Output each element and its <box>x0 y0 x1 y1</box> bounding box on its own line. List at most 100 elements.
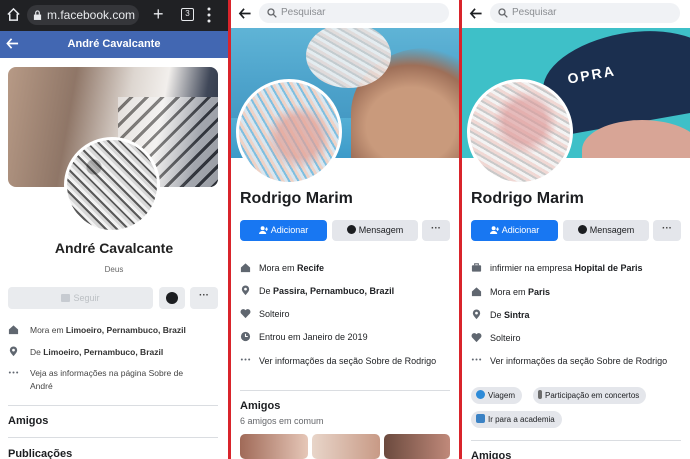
search-input[interactable]: Pesquisar <box>490 3 680 23</box>
hobby-chip-concerts[interactable]: Participação em concertos <box>533 387 647 404</box>
more-button[interactable]: ··· <box>422 220 450 241</box>
home-icon <box>240 263 251 273</box>
browser-toolbar: m.facebook.com + 3 <box>0 0 228 31</box>
profile-name: Rodrigo Marim <box>471 190 584 207</box>
more-dots-icon <box>240 358 251 361</box>
profile-name: Rodrigo Marim <box>240 190 353 207</box>
friends-section-title[interactable]: Amigos <box>471 450 511 459</box>
address-bar[interactable]: m.facebook.com <box>27 5 139 25</box>
info-value: Sintra <box>504 310 530 320</box>
follow-button[interactable]: Seguir <box>8 287 153 309</box>
info-value: Limoeiro, Pernambuco, Brazil <box>65 325 186 335</box>
info-text: De <box>259 286 274 296</box>
avatar[interactable] <box>467 79 573 185</box>
hobby-chip-travel[interactable]: Viagem <box>471 387 522 404</box>
friends-section-title[interactable]: Amigos <box>240 400 280 412</box>
info-text: Veja as informações na página Sobre de <box>30 368 184 378</box>
info-text: Ver informações da seção Sobre de Rodrig… <box>259 356 437 366</box>
info-value: Recife <box>297 263 325 273</box>
info-text: Solteiro <box>259 309 290 319</box>
friend-photo[interactable] <box>312 434 380 459</box>
search-placeholder: Pesquisar <box>512 7 557 18</box>
info-text: De <box>30 347 44 357</box>
add-friend-button[interactable]: Adicionar <box>240 220 327 241</box>
search-icon <box>498 8 508 18</box>
new-tab-icon[interactable]: + <box>153 4 164 25</box>
info-text: infirmier na empresa <box>490 263 575 273</box>
add-friend-label: Adicionar <box>270 225 309 235</box>
browser-home-icon[interactable] <box>6 7 21 22</box>
heart-icon <box>240 309 251 319</box>
messenger-icon <box>346 225 356 234</box>
top-bar: Pesquisar <box>231 0 459 28</box>
location-pin-icon <box>241 285 250 296</box>
message-label: Mensagem <box>358 225 404 235</box>
search-placeholder: Pesquisar <box>281 7 326 18</box>
info-value: Paris <box>528 287 551 297</box>
info-text: Entrou em Janeiro de 2019 <box>259 332 368 342</box>
header-title: André Cavalcante <box>67 38 161 50</box>
avatar[interactable] <box>236 79 342 185</box>
messenger-icon <box>166 292 178 304</box>
back-arrow-icon[interactable] <box>469 7 483 20</box>
info-text: De <box>490 310 505 320</box>
posts-section-title[interactable]: Publicações <box>8 448 72 459</box>
friend-photo[interactable] <box>240 434 308 459</box>
dumbbell-icon <box>476 414 485 423</box>
message-label: Mensagem <box>589 225 635 235</box>
info-value: Hopital de Paris <box>574 263 643 273</box>
home-icon <box>471 287 482 297</box>
tab-switcher-button[interactable]: 3 <box>181 8 194 21</box>
lock-icon <box>33 10 42 20</box>
message-button[interactable]: Mensagem <box>563 220 649 241</box>
mutual-friends-count[interactable]: 6 amigos em comum <box>240 416 324 426</box>
profile-panel-andre: m.facebook.com + 3 André Cavalcante Andr… <box>0 0 228 459</box>
divider <box>8 437 218 438</box>
browser-menu-icon[interactable] <box>207 7 211 23</box>
messenger-button[interactable] <box>159 287 185 309</box>
add-friend-icon <box>489 226 499 234</box>
info-text: Mora em <box>490 287 529 297</box>
top-bar: Pesquisar <box>462 0 690 28</box>
add-friend-icon <box>258 226 268 234</box>
divider <box>240 390 450 391</box>
info-value: Limoeiro, Pernambuco, Brazil <box>43 347 164 357</box>
add-friend-button[interactable]: Adicionar <box>471 220 558 241</box>
hobby-chip-gym[interactable]: Ir para a academia <box>471 411 562 428</box>
chip-label: Ir para a academia <box>488 415 555 424</box>
follow-icon <box>61 294 71 302</box>
back-arrow-icon[interactable] <box>238 7 252 20</box>
friends-section-title[interactable]: Amigos <box>8 415 48 427</box>
friend-photo[interactable] <box>384 434 450 459</box>
location-pin-icon <box>472 309 481 320</box>
add-friend-label: Adicionar <box>501 225 540 235</box>
briefcase-icon <box>471 263 482 272</box>
fb-mobile-header: André Cavalcante <box>0 31 228 58</box>
message-button[interactable]: Mensagem <box>332 220 418 241</box>
clock-icon <box>240 331 251 342</box>
info-text: André <box>30 381 53 391</box>
more-button[interactable]: ··· <box>190 287 218 309</box>
info-text: Mora em <box>259 263 298 273</box>
profile-bio: Deus <box>104 265 124 274</box>
more-button[interactable]: ··· <box>653 220 681 241</box>
home-icon <box>8 325 19 335</box>
divider <box>8 405 218 406</box>
info-text: Ver informações da seção Sobre de Rodrig… <box>490 356 668 366</box>
info-value: Passira, Pernambuco, Brazil <box>273 286 395 296</box>
search-icon <box>267 8 277 18</box>
more-dots-icon <box>471 358 482 361</box>
profile-name: André Cavalcante <box>54 240 174 256</box>
avatar[interactable] <box>64 137 160 233</box>
globe-icon <box>476 390 485 399</box>
profile-panel-rodrigo-paris: Pesquisar OPRA Rodrigo Marim Adicionar M… <box>462 0 690 459</box>
location-pin-icon <box>9 346 18 357</box>
info-text: Mora em <box>30 325 66 335</box>
chip-label: Participação em concertos <box>545 391 640 400</box>
messenger-icon <box>577 225 587 234</box>
divider <box>471 440 681 441</box>
more-dots-icon <box>8 371 19 374</box>
search-input[interactable]: Pesquisar <box>259 3 449 23</box>
heart-icon <box>471 333 482 343</box>
follow-label: Seguir <box>73 293 100 303</box>
